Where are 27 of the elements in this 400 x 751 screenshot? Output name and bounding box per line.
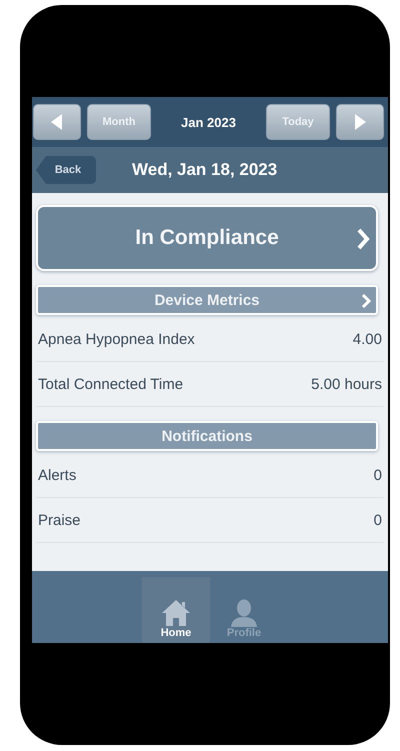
next-button[interactable]	[336, 104, 384, 140]
house-icon	[161, 599, 191, 627]
row-label: Praise	[38, 512, 81, 528]
section-header[interactable]: Device Metrics	[36, 285, 378, 315]
row-label: Apnea Hypopnea Index	[38, 330, 195, 348]
tab[interactable]: Profile	[210, 577, 278, 643]
row-value: 4.00	[352, 330, 382, 348]
row-label: Total Connected Time	[38, 376, 184, 392]
person-icon	[229, 599, 259, 627]
previous-button[interactable]	[33, 104, 81, 140]
chevron-icon	[356, 228, 370, 250]
section-title: Notifications	[162, 428, 252, 444]
row-value: 0	[374, 466, 382, 484]
tab[interactable]: Home	[142, 577, 210, 643]
section-title: Device Metrics	[154, 292, 260, 308]
compliance-button[interactable]: In Compliance	[36, 205, 378, 271]
right-arrow-icon	[354, 114, 366, 130]
back-button[interactable]: Back	[36, 156, 96, 184]
chevron-icon	[361, 294, 371, 308]
row-value: 0	[374, 512, 382, 528]
month-button[interactable]: Month	[87, 104, 151, 140]
date-title: Wed, Jan 18, 2023	[132, 160, 278, 180]
today-button[interactable]: Today	[266, 104, 330, 140]
month-title: Jan 2023	[180, 114, 237, 130]
row-value: 5.00 hours	[311, 376, 382, 392]
row-label: Alerts	[38, 466, 76, 484]
left-arrow-icon	[51, 114, 63, 130]
